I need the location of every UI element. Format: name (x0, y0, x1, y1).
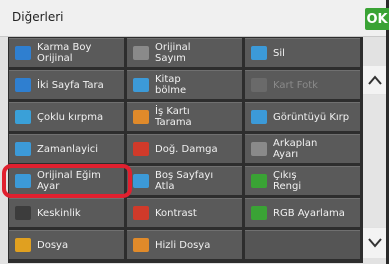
sharpness-icon (15, 206, 31, 220)
function-button[interactable]: Orijinal Sayım (127, 38, 242, 67)
function-label: Çıkış Rengi (273, 170, 302, 192)
function-button[interactable]: Boş Sayfayı Atla (127, 166, 242, 195)
card-icon (251, 78, 267, 92)
function-label: Çoklu kırpma (37, 111, 104, 123)
quick-file-icon (133, 238, 149, 252)
function-label: Orijinal Sayım (155, 42, 191, 64)
color-output-icon (251, 174, 267, 188)
function-label: Hizli Dosya (155, 239, 211, 251)
function-label: RGB Ayarlama (273, 207, 345, 219)
chevron-down-icon (367, 238, 382, 248)
function-label: Kitap bölme (155, 74, 187, 96)
contrast-icon (133, 206, 149, 220)
function-label: Kart Fotk (273, 79, 318, 91)
function-label: Boş Sayfayı Atla (155, 170, 214, 192)
book-icon (133, 78, 149, 92)
two-page-icon (15, 78, 31, 92)
function-label: Dosya (37, 239, 69, 251)
function-button[interactable]: Keskinlik (9, 198, 124, 227)
function-button[interactable]: Dosya (9, 230, 124, 259)
function-button[interactable]: Kontrast (127, 198, 242, 227)
title-bar: Diğerleri (0, 0, 386, 37)
ok-button[interactable]: OK (365, 8, 389, 30)
function-button[interactable]: Doğ. Damga (127, 134, 242, 163)
function-button[interactable]: Çoklu kırpma (9, 102, 124, 131)
scroll-up-button[interactable] (363, 66, 386, 94)
function-button[interactable]: Çıkış Rengi (245, 166, 360, 195)
function-label: Zamanlayici (37, 143, 99, 155)
function-label: Orijinal Eğim Ayar (37, 170, 101, 192)
page-title: Diğerleri (12, 10, 64, 24)
background-icon (251, 142, 267, 156)
function-button[interactable]: Orijinal Eğim Ayar (9, 166, 124, 195)
scroll-down-button[interactable] (363, 228, 386, 258)
folder-icon (15, 238, 31, 252)
function-button[interactable]: Karma Boy Orijinal (9, 38, 124, 67)
count-icon (133, 46, 149, 60)
function-button[interactable]: Arkaplan Ayarı (245, 134, 360, 163)
dialog-frame: Diğerleri OK Karma Boy Orijinal Orijinal … (0, 0, 389, 264)
crop-icon (251, 110, 267, 124)
function-button[interactable]: Sil (245, 38, 360, 67)
function-button[interactable]: RGB Ayarlama (245, 198, 360, 227)
empty-slot (245, 230, 360, 259)
function-label: Keskinlik (37, 207, 81, 219)
scroll-track[interactable] (363, 95, 386, 227)
rgb-icon (251, 206, 267, 220)
function-button[interactable]: Kitap bölme (127, 70, 242, 99)
function-button[interactable]: Hizli Dosya (127, 230, 242, 259)
function-label: Doğ. Damga (155, 143, 218, 155)
function-grid: Karma Boy Orijinal Orijinal Sayım Sil İki S… (8, 37, 363, 263)
skew-icon (15, 174, 31, 188)
chevron-up-icon (367, 75, 382, 85)
function-button[interactable]: Görüntüyü Kırp (245, 102, 360, 131)
blank-page-icon (133, 174, 149, 188)
function-label: Kontrast (155, 207, 197, 219)
function-button[interactable]: İki Sayfa Tara (9, 70, 124, 99)
stamp-icon (133, 142, 149, 156)
timer-icon (15, 142, 31, 156)
function-label: İki Sayfa Tara (37, 79, 104, 91)
function-button: Kart Fotk (245, 70, 360, 99)
function-button[interactable]: Zamanlayici (9, 134, 124, 163)
function-label: Görüntüyü Kırp (273, 111, 350, 123)
function-label: İş Kartı Tarama (155, 106, 192, 128)
multi-crop-icon (15, 110, 31, 124)
function-button[interactable]: İş Kartı Tarama (127, 102, 242, 131)
business-card-icon (133, 110, 149, 124)
function-label: Sil (273, 47, 285, 59)
function-label: Arkaplan Ayarı (273, 138, 318, 160)
erase-icon (251, 46, 267, 60)
mixed-size-icon (15, 46, 31, 60)
function-label: Karma Boy Orijinal (37, 42, 92, 64)
